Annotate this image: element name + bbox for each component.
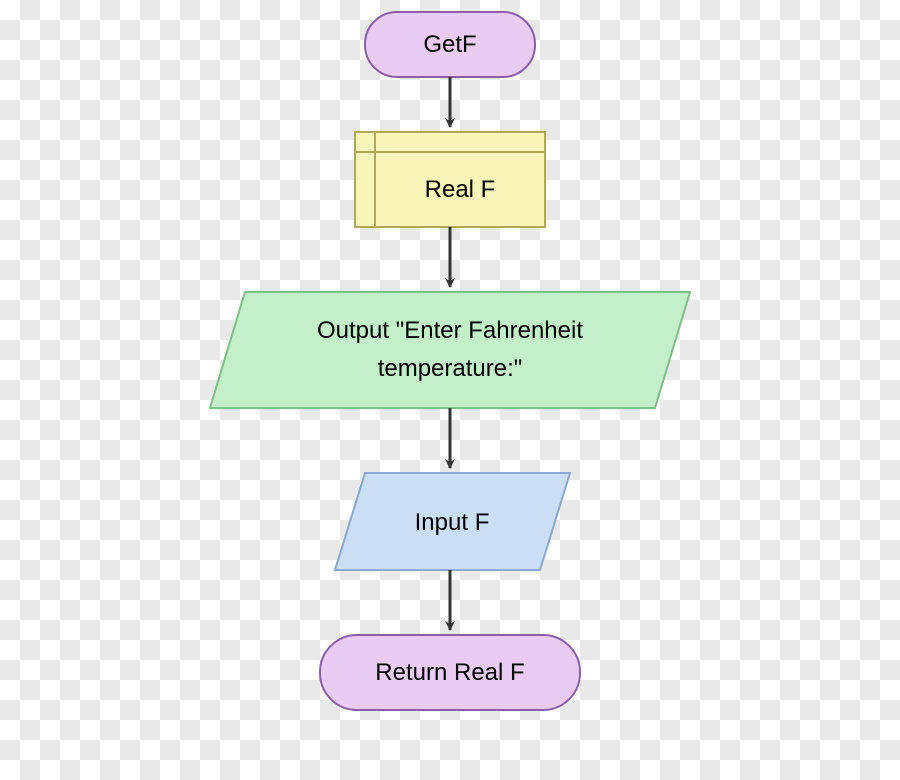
node-declare-label: Real F	[425, 176, 496, 203]
node-input: Input F	[335, 473, 570, 570]
node-output-label-line2: temperature:"	[378, 355, 523, 382]
node-output: Output "Enter Fahrenheit temperature:"	[210, 292, 690, 408]
node-return-label: Return Real F	[375, 659, 524, 686]
flowchart-svg: GetF Real F Output "Enter Fahrenheit tem…	[0, 0, 900, 780]
node-start-label: GetF	[423, 31, 476, 58]
flowchart-canvas: GetF Real F Output "Enter Fahrenheit tem…	[0, 0, 900, 780]
node-start: GetF	[365, 12, 535, 77]
node-output-label-line1: Output "Enter Fahrenheit	[317, 317, 583, 344]
node-declare: Real F	[355, 132, 545, 227]
node-input-label: Input F	[415, 509, 490, 536]
node-return: Return Real F	[320, 635, 580, 710]
